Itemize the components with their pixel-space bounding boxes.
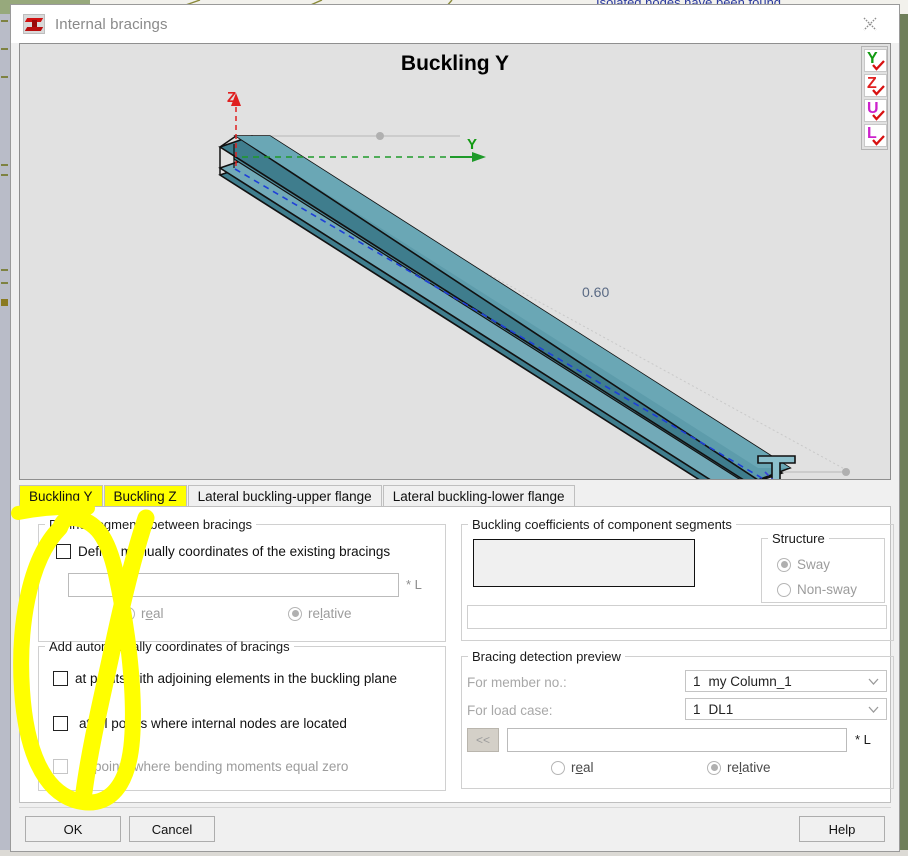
preview-relative-label: relative xyxy=(727,760,771,775)
i-beam-icon xyxy=(23,14,45,34)
checkmark-icon xyxy=(872,135,885,146)
window-title: Internal bracings xyxy=(55,16,168,33)
add-automatically-title: Add automatically coordinates of bracing… xyxy=(45,639,294,654)
manual-relative-radio[interactable] xyxy=(288,607,302,621)
dialog-footer: OK Cancel Help xyxy=(19,807,891,851)
tab-buckling-z[interactable]: Buckling Z xyxy=(104,485,187,506)
preview-coordinates-suffix: * L xyxy=(855,732,871,747)
tab-lateral-lower-flange[interactable]: Lateral buckling-lower flange xyxy=(383,485,575,506)
beam-drawing xyxy=(20,44,891,480)
tab-lateral-upper-flange-label: Lateral buckling-upper flange xyxy=(198,489,372,504)
manual-relative-radio-row[interactable]: relative xyxy=(288,606,352,621)
tab-content-panel: Define segments between bracings Define … xyxy=(19,506,891,803)
auto-adjoining-elements-row[interactable]: at points with adjoining elements in the… xyxy=(53,671,397,686)
tab-buckling-y[interactable]: Buckling Y xyxy=(19,485,103,506)
define-manually-checkbox[interactable] xyxy=(56,544,71,559)
preview-relative-radio[interactable] xyxy=(707,761,721,775)
structure-nonsway-label: Non-sway xyxy=(797,582,857,597)
structure-nonsway-row: Non-sway xyxy=(777,582,857,597)
preview-real-radio-row[interactable]: real xyxy=(551,760,594,775)
dimension-label: 0.60 xyxy=(582,284,609,300)
view-button-l[interactable]: L xyxy=(864,124,887,147)
structure-sway-radio xyxy=(777,558,791,572)
background-left-rail xyxy=(0,14,10,856)
close-icon[interactable] xyxy=(847,5,893,43)
structure-sway-label: Sway xyxy=(797,557,830,572)
auto-adjoining-elements-checkbox[interactable] xyxy=(53,671,68,686)
structure-sway-row: Sway xyxy=(777,557,830,572)
view-button-u[interactable]: U xyxy=(864,99,887,122)
auto-zero-moment-checkbox xyxy=(53,759,68,774)
checkmark-icon xyxy=(872,60,885,71)
manual-real-radio[interactable] xyxy=(121,607,135,621)
left-column: Define segments between bracings Define … xyxy=(20,507,457,802)
structure-title: Structure xyxy=(768,531,829,546)
member-no-dropdown[interactable]: 1 my Column_1 xyxy=(685,670,887,692)
view-button-z[interactable]: Z xyxy=(864,74,887,97)
manual-coordinates-suffix: * L xyxy=(406,577,422,592)
z-axis-label: Z xyxy=(227,89,236,106)
manual-real-radio-row[interactable]: real xyxy=(121,606,164,621)
manual-coordinates-input[interactable] xyxy=(68,573,399,597)
chevron-down-icon xyxy=(868,678,879,685)
auto-zero-moment-label: at points where bending moments equal ze… xyxy=(79,759,348,774)
view-toolbar: Y Z U L xyxy=(861,46,888,150)
define-segments-title: Define segments between bracings xyxy=(45,517,256,532)
auto-internal-nodes-row[interactable]: at all points where internal nodes are l… xyxy=(53,716,347,731)
auto-zero-moment-row: at points where bending moments equal ze… xyxy=(53,759,348,774)
manual-real-label: real xyxy=(141,606,164,621)
3d-viewport[interactable]: Buckling Y xyxy=(19,43,891,480)
checkmark-icon xyxy=(872,110,885,121)
member-no-label: For member no.: xyxy=(467,675,567,690)
preview-back-button[interactable]: << xyxy=(467,728,499,752)
preview-relative-radio-row[interactable]: relative xyxy=(707,760,771,775)
buckling-coefficients-title: Buckling coefficients of component segme… xyxy=(468,517,736,532)
y-axis-label: Y xyxy=(467,136,477,153)
right-column: Buckling coefficients of component segme… xyxy=(457,507,890,802)
preview-real-radio[interactable] xyxy=(551,761,565,775)
structure-nonsway-radio xyxy=(777,583,791,597)
cancel-button[interactable]: Cancel xyxy=(129,816,215,842)
load-case-number: 1 xyxy=(693,702,701,717)
auto-adjoining-elements-label: at points with adjoining elements in the… xyxy=(75,671,397,686)
tab-buckling-y-label: Buckling Y xyxy=(29,489,93,504)
preview-real-label: real xyxy=(571,760,594,775)
title-bar: Internal bracings xyxy=(11,5,899,43)
buckling-coefficients-list[interactable] xyxy=(473,539,695,587)
member-no-number: 1 xyxy=(693,674,701,689)
load-case-dropdown[interactable]: 1 DL1 xyxy=(685,698,887,720)
checkmark-icon xyxy=(872,85,885,96)
tab-buckling-z-label: Buckling Z xyxy=(114,489,177,504)
load-case-name: DL1 xyxy=(709,702,734,717)
define-manually-checkbox-row[interactable]: Define manually coordinates of the exist… xyxy=(56,544,390,559)
tab-bar: Buckling Y Buckling Z Lateral buckling-u… xyxy=(19,484,891,506)
auto-internal-nodes-label: at all points where internal nodes are l… xyxy=(79,716,347,731)
tab-lateral-lower-flange-label: Lateral buckling-lower flange xyxy=(393,489,565,504)
preview-coordinates-input[interactable] xyxy=(507,728,847,752)
chevron-down-icon xyxy=(868,706,879,713)
internal-bracings-dialog: Internal bracings Buckling Y xyxy=(10,4,900,852)
view-button-y[interactable]: Y xyxy=(864,49,887,72)
ok-button[interactable]: OK xyxy=(25,816,121,842)
manual-relative-label: relative xyxy=(308,606,352,621)
bracing-detection-preview-title: Bracing detection preview xyxy=(468,649,625,664)
define-manually-label: Define manually coordinates of the exist… xyxy=(78,544,390,559)
help-button[interactable]: Help xyxy=(799,816,885,842)
tab-lateral-upper-flange[interactable]: Lateral buckling-upper flange xyxy=(188,485,382,506)
auto-internal-nodes-checkbox[interactable] xyxy=(53,716,68,731)
load-case-label: For load case: xyxy=(467,703,553,718)
buckling-coefficients-field[interactable] xyxy=(467,605,887,629)
member-no-name: my Column_1 xyxy=(709,674,792,689)
